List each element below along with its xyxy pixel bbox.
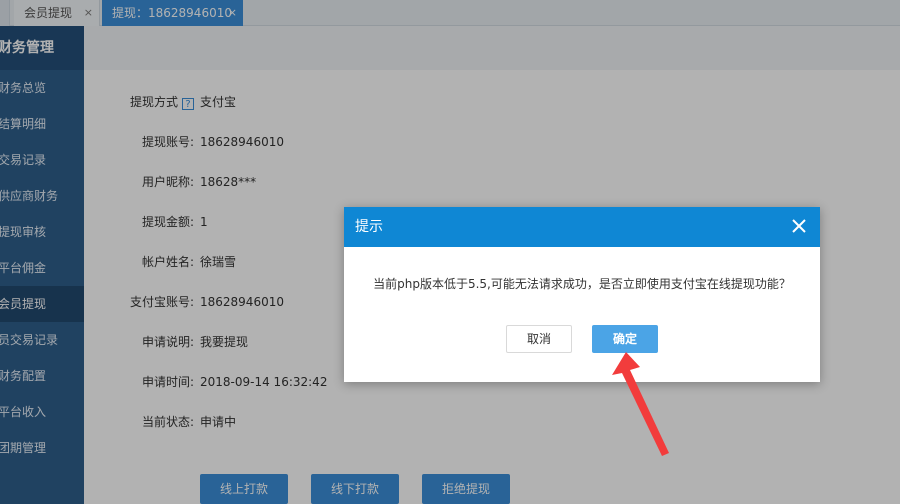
confirm-dialog: 提示 当前php版本低于5.5,可能无法请求成功，是否立即使用支付宝在线提现功能… xyxy=(344,207,820,382)
dialog-header: 提示 xyxy=(344,207,820,247)
confirm-button[interactable]: 确定 xyxy=(592,325,658,353)
close-icon[interactable] xyxy=(790,217,808,235)
dialog-message: 当前php版本低于5.5,可能无法请求成功，是否立即使用支付宝在线提现功能？ xyxy=(373,277,791,291)
cancel-button[interactable]: 取消 xyxy=(506,325,572,353)
dialog-title: 提示 xyxy=(355,219,383,235)
